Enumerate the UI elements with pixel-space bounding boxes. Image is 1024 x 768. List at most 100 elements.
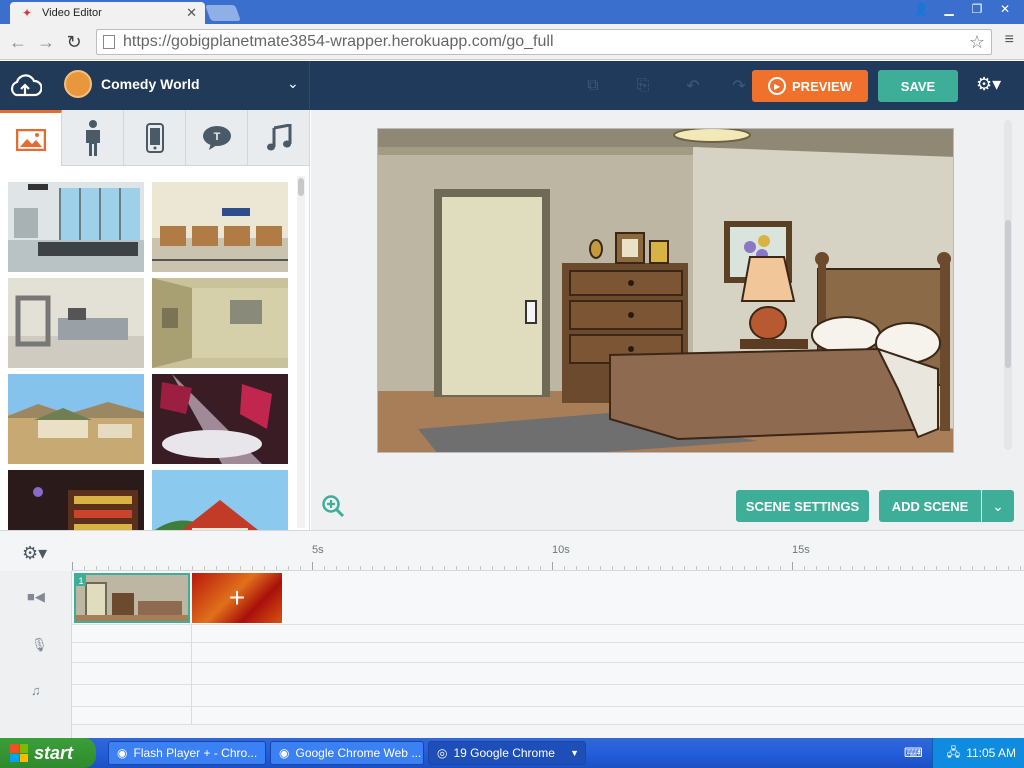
music-track-upper[interactable] xyxy=(72,663,1024,685)
stage-scrollbar[interactable] xyxy=(1004,120,1012,450)
cloud-upload-icon[interactable] xyxy=(8,71,42,101)
ruler-tick xyxy=(252,566,253,570)
undo-icon[interactable]: ↶ xyxy=(682,75,704,97)
time-ruler[interactable]: 5s 10s 15s xyxy=(72,531,1024,571)
voice-track-lower[interactable] xyxy=(72,643,1024,663)
character-icon xyxy=(85,120,100,156)
keyboard-icon[interactable]: ⌨ xyxy=(904,745,923,761)
ruler-tick xyxy=(432,566,433,570)
list-item[interactable] xyxy=(152,374,288,464)
copy-icon[interactable]: ⧉ xyxy=(582,75,604,97)
ruler-tick xyxy=(384,566,385,570)
add-scene-button[interactable]: ADD SCENE xyxy=(879,490,981,522)
minimize-icon[interactable]: ▁ xyxy=(936,0,962,18)
start-label: start xyxy=(34,742,74,763)
scene-settings-button[interactable]: SCENE SETTINGS xyxy=(736,490,869,522)
chevron-down-icon[interactable]: ⌄ xyxy=(287,75,299,92)
ruler-tick xyxy=(528,566,529,570)
browser-tab[interactable]: ✦ Video Editor ✕ xyxy=(10,2,205,24)
url-text: https://gobigplanetmate3854-wrapper.hero… xyxy=(123,33,554,50)
forward-icon[interactable]: → xyxy=(34,30,58,54)
ruler-tick xyxy=(120,566,121,570)
close-tab-icon[interactable]: ✕ xyxy=(186,5,197,21)
gear-icon[interactable]: ⚙▾ xyxy=(22,543,47,564)
ruler-tick xyxy=(276,566,277,570)
paste-icon[interactable]: ⎘ xyxy=(632,75,654,97)
tab-props[interactable] xyxy=(124,110,186,166)
ruler-tick xyxy=(588,566,589,570)
new-tab-button[interactable] xyxy=(205,5,241,21)
ruler-tick xyxy=(564,566,565,570)
start-button[interactable]: start xyxy=(0,738,96,768)
list-item[interactable] xyxy=(8,278,144,368)
ruler-tick xyxy=(288,566,289,570)
ruler-tick xyxy=(1008,566,1009,570)
back-icon[interactable]: ← xyxy=(6,30,30,54)
image-icon xyxy=(15,128,46,151)
bookmark-star-icon[interactable]: ☆ xyxy=(969,32,985,53)
voice-track-upper[interactable] xyxy=(72,625,1024,643)
taskbar-item-chrome-web[interactable]: ◉ Google Chrome Web ... xyxy=(270,741,424,765)
ruler-tick xyxy=(912,566,913,570)
ruler-tick xyxy=(828,566,829,570)
ruler-tick xyxy=(300,566,301,570)
zoom-in-icon[interactable] xyxy=(321,494,345,518)
chevron-down-icon: ▼ xyxy=(570,748,579,758)
taskbar-item-chrome-group[interactable]: ◎ 19 Google Chrome ▼ xyxy=(428,741,586,765)
ruler-tick xyxy=(924,566,925,570)
ruler-tick xyxy=(468,566,469,570)
ruler-tick xyxy=(216,566,217,570)
ruler-tick xyxy=(672,566,673,570)
ruler-tick xyxy=(420,566,421,570)
close-window-icon[interactable]: ✕ xyxy=(992,0,1018,18)
taskbar-item-flash[interactable]: ◉ Flash Player + - Chro... xyxy=(108,741,266,765)
ruler-tick xyxy=(132,566,133,570)
redo-icon[interactable]: ↷ xyxy=(728,75,750,97)
ruler-tick xyxy=(576,566,577,570)
ruler-tick xyxy=(696,566,697,570)
scene-canvas[interactable] xyxy=(377,128,954,453)
app-header: Comedy World ⌄ ⧉ ⎘ ↶ ↷ ▶ PREVIEW SAVE ⚙▾ xyxy=(0,61,1024,110)
preview-label: PREVIEW xyxy=(792,78,852,94)
tab-text[interactable]: T xyxy=(186,110,248,166)
ruler-tick xyxy=(684,566,685,570)
ruler-tick xyxy=(768,566,769,570)
network-icon[interactable]: 🖧 xyxy=(947,743,960,764)
asset-library: T xyxy=(0,110,310,560)
chevron-down-icon[interactable]: ⌄ xyxy=(982,490,1014,522)
restore-icon[interactable]: ❐ xyxy=(964,0,990,18)
ruler-tick xyxy=(84,566,85,570)
reload-icon[interactable]: ↻ xyxy=(62,30,86,54)
project-name[interactable]: Comedy World xyxy=(101,76,200,92)
list-item[interactable] xyxy=(8,182,144,272)
scene-clip[interactable]: 1 xyxy=(74,573,190,623)
tab-characters[interactable] xyxy=(62,110,124,166)
list-item[interactable] xyxy=(152,278,288,368)
preview-button[interactable]: ▶ PREVIEW xyxy=(752,70,868,102)
library-scrollbar[interactable] xyxy=(297,176,305,528)
ruler-tick xyxy=(960,566,961,570)
ruler-tick xyxy=(996,566,997,570)
gear-icon[interactable]: ⚙▾ xyxy=(976,74,1001,95)
track-divider xyxy=(191,625,192,725)
add-clip-button[interactable]: + xyxy=(192,573,282,623)
user-icon[interactable]: 👤 xyxy=(908,0,934,18)
chrome-icon: ◎ xyxy=(437,746,448,760)
music-track-middle[interactable] xyxy=(72,685,1024,707)
list-item[interactable] xyxy=(8,374,144,464)
tab-music[interactable] xyxy=(248,110,310,166)
ruler-tick xyxy=(660,566,661,570)
ruler-tick xyxy=(396,566,397,570)
tab-backgrounds[interactable] xyxy=(0,110,62,166)
ruler-tick xyxy=(480,566,481,570)
clock[interactable]: 11:05 AM xyxy=(966,746,1016,760)
music-track-lower[interactable] xyxy=(72,707,1024,725)
ruler-tick xyxy=(228,566,229,570)
address-bar[interactable]: https://gobigplanetmate3854-wrapper.hero… xyxy=(96,29,992,55)
taskbar-item-label: Google Chrome Web ... xyxy=(295,746,422,760)
save-button[interactable]: SAVE xyxy=(878,70,958,102)
chrome-menu-icon[interactable]: ≡ xyxy=(1005,31,1014,49)
ruler-tick xyxy=(708,566,709,570)
ruler-tick xyxy=(204,566,205,570)
list-item[interactable] xyxy=(152,182,288,272)
